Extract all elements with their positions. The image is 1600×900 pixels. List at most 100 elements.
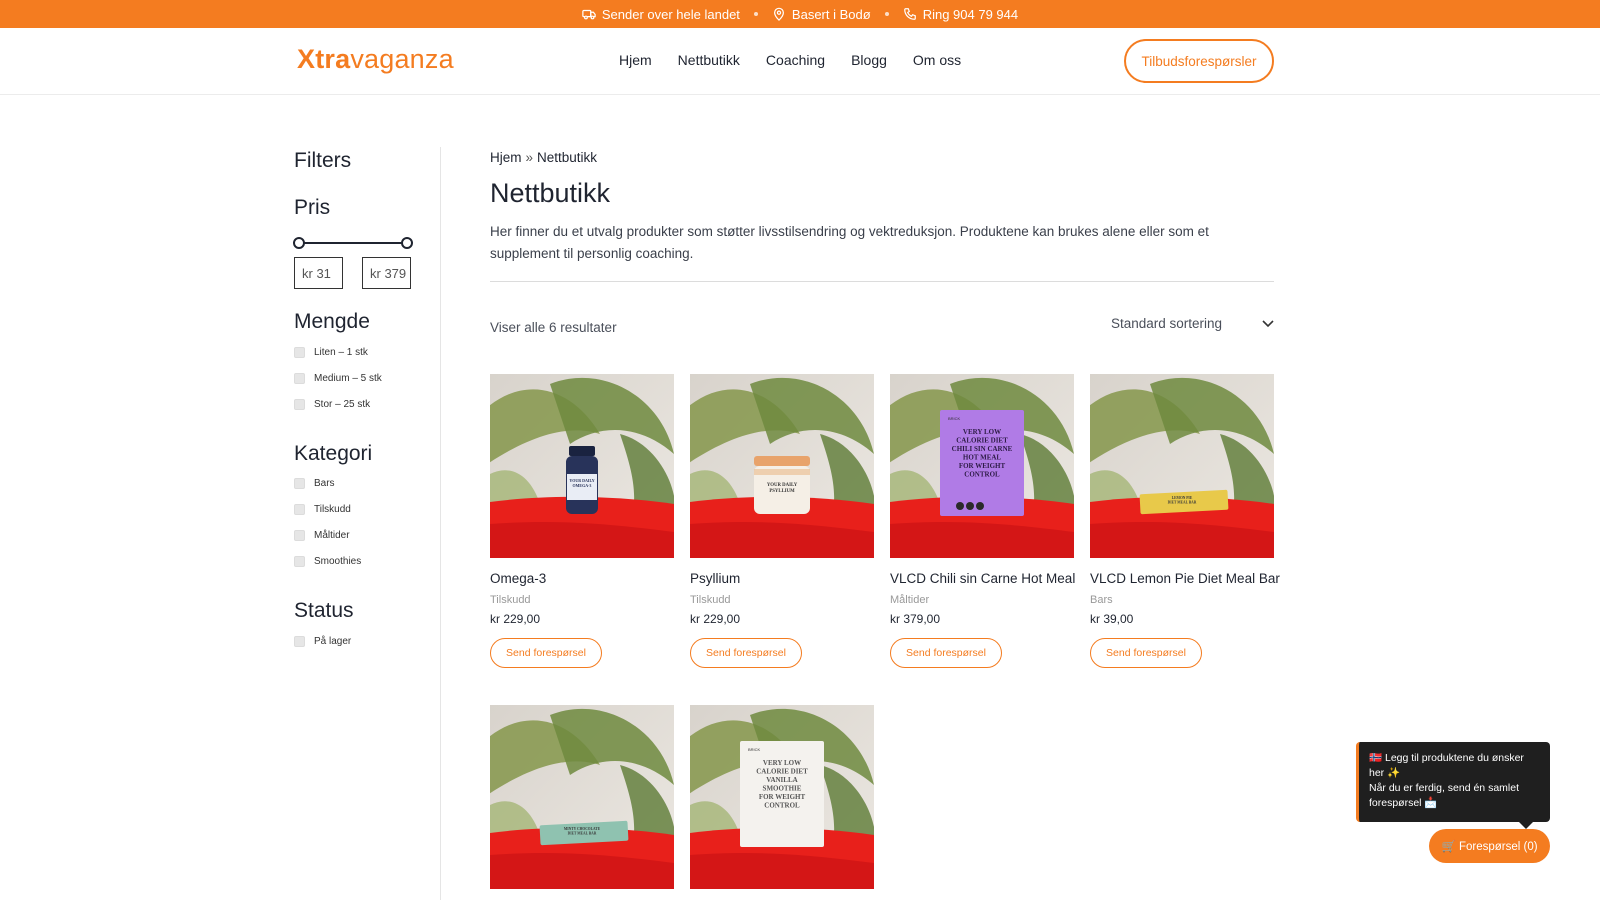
nav-item-nettbutikk[interactable]: Nettbutikk <box>678 52 740 68</box>
filter-option-label: Måltider <box>314 530 350 541</box>
product-price: kr 39,00 <box>1090 612 1134 626</box>
quote-requests-button[interactable]: Tilbudsforespørsler <box>1124 39 1274 83</box>
category-heading: Kategori <box>294 442 373 465</box>
filter-option-smoothies[interactable]: Smoothies <box>294 556 361 567</box>
filter-option-tilskudd[interactable]: Tilskudd <box>294 504 351 515</box>
breadcrumb-current: Nettbutikk <box>537 150 598 165</box>
logo[interactable]: Xtravaganza <box>297 44 454 75</box>
content-divider <box>490 281 1274 282</box>
product-card[interactable]: BRICK VERY LOW CALORIE DIET VANILLA SMOOTHIE… <box>690 705 874 889</box>
logo-light: vaganza <box>350 44 454 74</box>
product-image[interactable]: MINTY CHOCOLATE DIET MEAL BAR <box>490 705 674 889</box>
filter-option-label: Medium – 5 stk <box>314 373 382 384</box>
status-heading: Status <box>294 599 354 622</box>
slider-min-handle[interactable] <box>293 237 305 249</box>
phone-icon <box>903 8 916 20</box>
checkbox[interactable] <box>294 478 305 489</box>
checkbox[interactable] <box>294 399 305 410</box>
product-image[interactable]: BRICK VERY LOW CALORIE DIET VANILLA SMOOTHIE… <box>690 705 874 889</box>
svg-text:YOUR DAILYPSYLLIUM: YOUR DAILY PSYLLIUM <box>767 483 798 494</box>
product-image[interactable]: BRICK VERY LOW CALORIE DIET CHILI SIN CARNE… <box>890 374 1074 558</box>
filter-option-bars[interactable]: Bars <box>294 478 335 489</box>
shipping-text: Sender over hele landet <box>601 6 740 22</box>
send-inquiry-button[interactable]: Send forespørsel <box>690 638 802 668</box>
filter-option-stor[interactable]: Stor – 25 stk <box>294 399 370 410</box>
checkbox[interactable] <box>294 530 305 541</box>
nav-item-coaching[interactable]: Coaching <box>766 52 825 68</box>
product-category[interactable]: Bars <box>1090 594 1274 606</box>
product-card[interactable]: BRICK VERY LOW CALORIE DIET CHILI SIN CARNE… <box>890 374 1075 668</box>
checkbox[interactable] <box>294 347 305 358</box>
price-max-input[interactable]: kr 379 <box>362 257 411 289</box>
sidebar-divider <box>440 147 441 900</box>
shipping-info: Sender over hele landet <box>582 7 740 22</box>
main-nav: Hjem Nettbutikk Coaching Blogg Om oss <box>619 52 961 68</box>
nav-item-hjem[interactable]: Hjem <box>619 52 652 68</box>
phone-info[interactable]: Ring 904 79 944 <box>903 7 1018 22</box>
phone-text[interactable]: Ring 904 79 944 <box>923 7 1018 22</box>
inquiry-cart-button[interactable]: 🛒 Forespørsel (0) <box>1429 829 1550 863</box>
product-image[interactable]: LEMON PIE DIET MEAL BAR <box>1090 374 1274 558</box>
filter-option-label: Bars <box>314 478 335 489</box>
location-info: Basert i Bodø <box>772 7 871 22</box>
tooltip-line-2: Når du er ferdig, send én samlet forespø… <box>1369 782 1519 809</box>
product-card[interactable]: YOUR DAILY OMEGA-3 Omega-3 Tilskudd kr 229,0… <box>490 374 674 668</box>
checkbox[interactable] <box>294 504 305 515</box>
price-heading: Pris <box>294 196 331 219</box>
product-name[interactable]: Omega-3 <box>490 571 674 586</box>
filter-option-medium[interactable]: Medium – 5 stk <box>294 373 382 384</box>
send-inquiry-button[interactable]: Send forespørsel <box>890 638 1002 668</box>
svg-text:MINTY CHOCOLATEDIET MEAL BAR: MINTY CHOCOLATE DIET MEAL BAR <box>564 827 601 836</box>
product-image[interactable]: YOUR DAILY PSYLLIUM <box>690 374 874 558</box>
sort-select[interactable]: Standard sortering <box>1111 316 1274 331</box>
checkbox[interactable] <box>294 556 305 567</box>
product-card[interactable]: MINTY CHOCOLATE DIET MEAL BAR <box>490 705 674 889</box>
product-price: kr 229,00 <box>490 612 541 626</box>
site-header: Xtravaganza Hjem Nettbutikk Coaching Blo… <box>0 28 1600 95</box>
svg-text:BRICK: BRICK <box>748 747 761 752</box>
filter-option-pa-lager[interactable]: På lager <box>294 636 351 647</box>
slider-track <box>299 242 407 244</box>
checkbox[interactable] <box>294 636 305 647</box>
breadcrumb-separator: » <box>525 150 534 165</box>
send-inquiry-button[interactable]: Send forespørsel <box>490 638 602 668</box>
svg-text:BRICK: BRICK <box>948 416 961 421</box>
slider-max-handle[interactable] <box>401 237 413 249</box>
breadcrumb: Hjem» Nettbutikk <box>490 150 597 165</box>
sort-label: Standard sortering <box>1111 316 1223 331</box>
filter-option-liten[interactable]: Liten – 1 stk <box>294 347 368 358</box>
filter-option-label: Smoothies <box>314 556 362 567</box>
separator-dot <box>753 12 758 16</box>
filter-option-label: Stor – 25 stk <box>314 399 371 410</box>
filter-option-maltider[interactable]: Måltider <box>294 530 350 541</box>
shop-description: Her finner du et utvalg produkter som st… <box>490 224 1209 261</box>
checkbox[interactable] <box>294 373 305 384</box>
location-pin-icon <box>773 7 784 21</box>
filter-option-label: På lager <box>314 636 352 647</box>
product-category[interactable]: Måltider <box>890 594 1074 606</box>
product-category[interactable]: Tilskudd <box>490 594 674 606</box>
product-card[interactable]: LEMON PIE DIET MEAL BAR VLCD Lemon Pie Die… <box>1090 374 1280 668</box>
send-inquiry-button[interactable]: Send forespørsel <box>1090 638 1202 668</box>
price-range-slider[interactable] <box>293 236 413 250</box>
product-price: kr 229,00 <box>690 612 741 626</box>
location-text: Basert i Bodø <box>791 6 871 22</box>
separator-dot <box>884 12 889 16</box>
tooltip-line-1: 🇳🇴 Legg til produktene du ønsker her ✨ <box>1369 752 1524 779</box>
product-image[interactable]: YOUR DAILY OMEGA-3 <box>490 374 674 558</box>
price-min-input[interactable]: kr 31 <box>294 257 343 289</box>
quantity-heading: Mengde <box>294 310 370 333</box>
truck-icon <box>582 9 596 20</box>
nav-item-blogg[interactable]: Blogg <box>851 52 887 68</box>
product-name[interactable]: VLCD Chili sin Carne Hot Meal <box>890 571 1075 586</box>
nav-item-om-oss[interactable]: Om oss <box>913 52 961 68</box>
logo-bold: Xtra <box>297 44 351 74</box>
product-category[interactable]: Tilskudd <box>690 594 874 606</box>
result-count: Viser alle 6 resultater <box>490 320 617 335</box>
page-title: Nettbutikk <box>490 178 611 208</box>
filter-option-label: Tilskudd <box>314 504 351 515</box>
product-name[interactable]: Psyllium <box>690 571 874 586</box>
product-name[interactable]: VLCD Lemon Pie Diet Meal Bar <box>1090 571 1280 586</box>
breadcrumb-home[interactable]: Hjem <box>490 150 522 165</box>
product-card[interactable]: YOUR DAILY PSYLLIUM Psyllium Tilskudd kr 229… <box>690 374 874 668</box>
